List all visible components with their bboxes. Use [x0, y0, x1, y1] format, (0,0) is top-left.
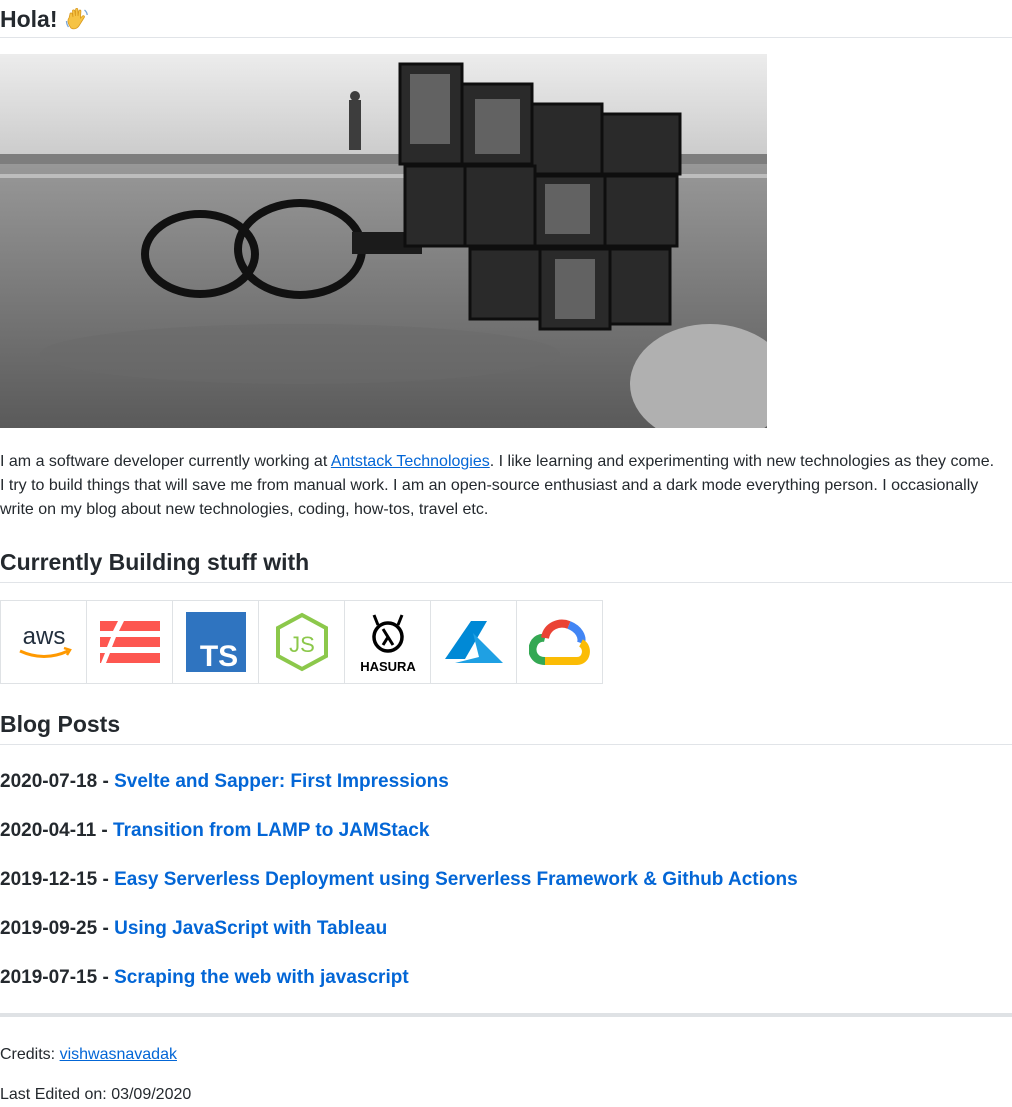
post-link[interactable]: Using JavaScript with Tableau	[114, 918, 387, 939]
post-date: 2019-07-15	[0, 967, 98, 988]
typescript-icon-label: TS	[199, 640, 237, 672]
credits-line: Credits: vishwasnavadak	[0, 1043, 177, 1067]
post-link[interactable]: Transition from LAMP to JAMStack	[113, 820, 429, 841]
last-edited: Last Edited on: 03/09/2020	[0, 1086, 192, 1103]
post-date: 2019-09-25	[0, 918, 98, 939]
blog-post-list: 2020-07-18 - Svelte and Sapper: First Im…	[0, 765, 798, 1010]
blog-post-item: 2020-07-18 - Svelte and Sapper: First Im…	[0, 771, 449, 792]
aws-icon-label: aws	[22, 623, 65, 650]
post-date: 2019-12-15	[0, 869, 98, 890]
serverless-framework-icon	[86, 600, 173, 684]
hasura-icon-label: HASURA	[360, 659, 416, 674]
building-heading: Currently Building stuff with	[0, 545, 1012, 583]
typescript-icon: TS	[172, 600, 259, 684]
antstack-link[interactable]: Antstack Technologies	[331, 453, 490, 470]
hasura-icon: HASURA	[344, 600, 431, 684]
blog-heading: Blog Posts	[0, 707, 1012, 745]
intro-text-start: I am a software developer currently work…	[0, 453, 331, 470]
post-date: 2020-07-18	[0, 771, 98, 792]
intro-paragraph: I am a software developer currently work…	[0, 450, 1000, 522]
nodejs-icon-label: JS	[289, 632, 315, 657]
blog-post-item: 2020-04-11 - Transition from LAMP to JAM…	[0, 820, 430, 841]
page-title: Hola!	[0, 0, 1012, 38]
blog-post-item: 2019-12-15 - Easy Serverless Deployment …	[0, 869, 798, 890]
hero-image	[0, 54, 767, 428]
blog-post-item: 2019-09-25 - Using JavaScript with Table…	[0, 918, 388, 939]
post-link[interactable]: Scraping the web with javascript	[114, 967, 409, 988]
google-cloud-icon	[516, 600, 603, 684]
post-date: 2020-04-11	[0, 820, 97, 841]
tech-stack-row: aws TS JS HASURA	[0, 600, 603, 684]
post-link[interactable]: Easy Serverless Deployment using Serverl…	[114, 869, 798, 890]
nodejs-icon: JS	[258, 600, 345, 684]
blog-post-item: 2019-07-15 - Scraping the web with javas…	[0, 967, 409, 988]
azure-icon	[430, 600, 517, 684]
waving-hand-icon	[64, 6, 90, 32]
credits-label: Credits:	[0, 1046, 60, 1063]
credits-link[interactable]: vishwasnavadak	[60, 1046, 177, 1063]
footer-divider	[0, 1013, 1012, 1017]
post-link[interactable]: Svelte and Sapper: First Impressions	[114, 771, 449, 792]
page-title-text: Hola!	[0, 5, 58, 32]
aws-icon: aws	[0, 600, 87, 684]
